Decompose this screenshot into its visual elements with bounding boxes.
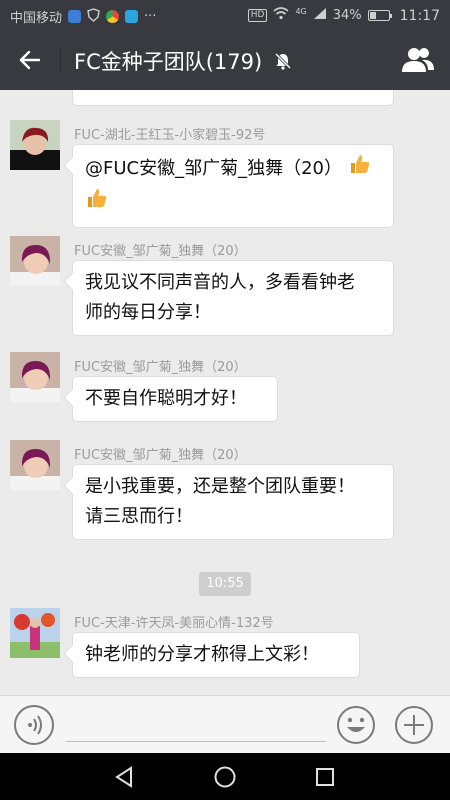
input-bar (0, 695, 450, 753)
avatar[interactable] (10, 120, 60, 170)
voice-icon (28, 715, 42, 735)
battery-percent: 34% (332, 8, 362, 23)
thumbs-up-icon (85, 186, 109, 220)
thumbs-up-icon (348, 152, 372, 186)
previous-message-bubble (72, 90, 394, 106)
avatar[interactable] (10, 608, 60, 658)
network-type-label: 4G (295, 7, 307, 16)
hd-voice-badge: HD (247, 9, 268, 22)
sender-name: FUC安徽_邹广菊_独舞（20） (74, 448, 247, 463)
sender-name: FUC安徽_邹广菊_独舞（20） (74, 244, 247, 259)
message-text: 不要自作聪明才好！ (85, 388, 247, 409)
battery-icon (367, 10, 392, 21)
shield-icon (87, 7, 100, 26)
nav-home-button[interactable] (213, 765, 237, 789)
message-text: 请三思而行！ (85, 506, 193, 527)
mute-bell-icon (273, 51, 293, 76)
more-notifications-indicator: ··· (144, 9, 157, 24)
recents-square-icon (316, 768, 334, 786)
message-text: @FUC安徽_邹广菊_独舞（20） (85, 158, 342, 179)
carrier-label: 中国移动 (10, 11, 63, 26)
back-triangle-icon (115, 766, 132, 788)
group-members-icon (402, 48, 434, 72)
emoji-icon (337, 706, 375, 744)
message-text: 我见议不同声音的人，多看看钟老 (85, 272, 355, 293)
group-name: FC金种子团队(179) (74, 50, 263, 74)
avatar[interactable] (10, 352, 60, 402)
avatar[interactable] (10, 236, 60, 286)
sender-name: FUC-天津-许天凤-美丽心情-132号 (74, 616, 274, 631)
message-text: 师的每日分享！ (85, 302, 211, 323)
message-bubble[interactable]: 钟老师的分享才称得上文彩！ (72, 632, 360, 678)
back-arrow-icon (19, 50, 41, 70)
message-text: 钟老师的分享才称得上文彩！ (85, 644, 319, 665)
message-bubble[interactable]: @FUC安徽_邹广菊_独舞（20） (72, 144, 394, 228)
paper-plane-notification-icon (125, 10, 139, 23)
message-input[interactable] (66, 706, 326, 742)
emoji-button[interactable] (336, 705, 376, 745)
sender-name: FUC-湖北-王红玉-小家碧玉-92号 (74, 128, 266, 143)
wifi-icon (273, 7, 289, 24)
plus-icon (395, 706, 433, 744)
header-divider (60, 48, 61, 72)
avatar[interactable] (10, 440, 60, 490)
group-members-button[interactable] (400, 44, 436, 76)
nav-back-button[interactable] (113, 765, 137, 789)
message-bubble[interactable]: 我见议不同声音的人，多看看钟老 师的每日分享！ (72, 260, 394, 336)
time-divider: 10:55 (199, 572, 251, 596)
message-text: 是小我重要，还是整个团队重要！ (85, 476, 355, 497)
browser-notification-icon (106, 10, 120, 23)
sender-name: FUC安徽_邹广菊_独舞（20） (74, 360, 247, 375)
chat-area[interactable]: FUC-湖北-王红玉-小家碧玉-92号 @FUC安徽_邹广菊_独舞（20） FU… (0, 90, 450, 695)
chat-header: FC金种子团队(179) (0, 30, 450, 90)
home-circle-icon (214, 766, 236, 788)
system-navigation-bar (0, 753, 450, 800)
signal-icon (313, 7, 327, 24)
app-notification-icon (68, 10, 82, 23)
message-bubble[interactable]: 不要自作聪明才好！ (72, 376, 278, 422)
nav-recents-button[interactable] (313, 765, 337, 789)
back-button[interactable] (10, 42, 50, 78)
voice-button[interactable] (14, 705, 54, 745)
message-bubble[interactable]: 是小我重要，还是整个团队重要！ 请三思而行！ (72, 464, 394, 540)
chat-title: FC金种子团队(179) (74, 46, 293, 76)
clock: 11:17 (399, 7, 440, 24)
status-bar: 中国移动 ··· HD 4G 34% 11:17 (0, 0, 450, 30)
more-functions-button[interactable] (394, 705, 434, 745)
